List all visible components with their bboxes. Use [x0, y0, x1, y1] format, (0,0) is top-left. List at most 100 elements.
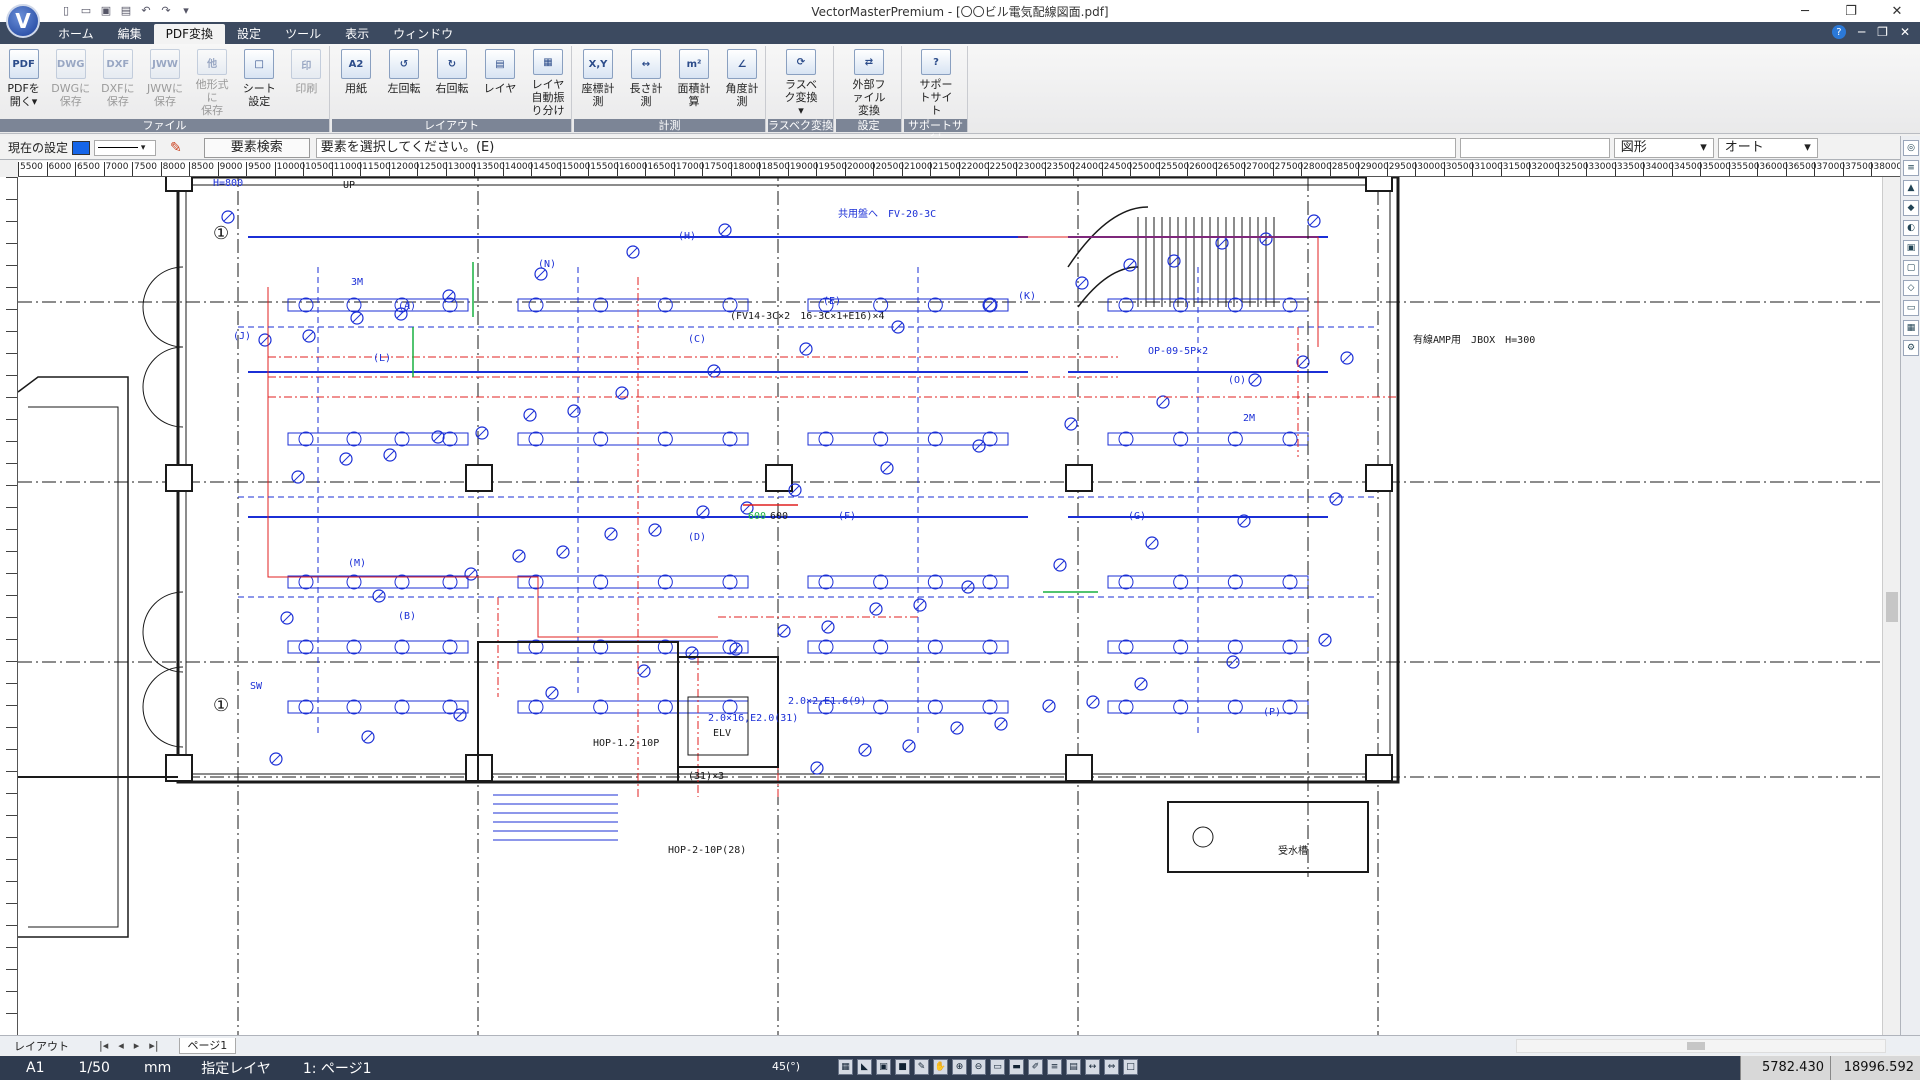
- customize-qat-icon[interactable]: ▾: [178, 2, 194, 18]
- bar-icon[interactable]: ▬: [1009, 1059, 1024, 1075]
- ribbon-button-file-6[interactable]: 印印刷: [286, 49, 326, 117]
- redo-icon[interactable]: ↷: [158, 2, 174, 18]
- snap-mode-select[interactable]: オート ▾: [1717, 137, 1818, 158]
- ribbon-button-file-2[interactable]: DXF DXFに 保存: [98, 49, 138, 117]
- ribbon-button-file-4[interactable]: 他他形式に 保存: [192, 49, 232, 117]
- tab-home[interactable]: ホーム: [46, 24, 106, 44]
- floor-plan-drawing[interactable]: H=800 UP ① ① 共用盤へ FV-20-3C (FV14-3C×2 16-3C×1…: [18, 177, 1882, 1035]
- grid-icon[interactable]: ▦: [1903, 320, 1919, 336]
- horizontal-scrollbar[interactable]: [1516, 1039, 1886, 1053]
- fixture-lamp: [1227, 639, 1243, 655]
- drawing-canvas[interactable]: H=800 UP ① ① 共用盤へ FV-20-3C (FV14-3C×2 16-3C×1…: [18, 177, 1882, 1035]
- app-logo[interactable]: V: [6, 4, 40, 38]
- maximize-button[interactable]: ❐: [1828, 0, 1874, 22]
- layout-sheet-tab[interactable]: レイアウト: [14, 1038, 69, 1054]
- tab-view[interactable]: 表示: [333, 24, 381, 44]
- horizontal-scroll-thumb[interactable]: [1687, 1042, 1705, 1050]
- minimize-button[interactable]: ─: [1782, 0, 1828, 22]
- ribbon-button-file-3[interactable]: JWW JWWに 保存: [145, 49, 185, 117]
- help-icon[interactable]: ?: [1831, 25, 1846, 39]
- note-icon[interactable]: ▢: [1903, 260, 1919, 276]
- doc-minimize-button[interactable]: ─: [1858, 25, 1865, 39]
- ribbon-button-layout-2[interactable]: ↻ 右回転: [432, 49, 472, 117]
- ribbon-button-file-0[interactable]: PDF PDFを 開く▾: [4, 49, 44, 117]
- open-folder-icon[interactable]: ▭: [78, 2, 94, 18]
- print-icon[interactable]: ▤: [118, 2, 134, 18]
- undo-icon[interactable]: ↶: [138, 2, 154, 18]
- edit-icon[interactable]: ✐: [1028, 1059, 1043, 1075]
- pen-icon[interactable]: ✎: [914, 1059, 929, 1075]
- snap-angle[interactable]: 45(°): [772, 1060, 800, 1073]
- fill-icon[interactable]: ■: [895, 1059, 910, 1075]
- fixture-lamp: [927, 431, 943, 447]
- tab-pdf-convert[interactable]: PDF変換: [153, 24, 226, 44]
- fit-width-icon[interactable]: ↔: [1085, 1059, 1100, 1075]
- command-input[interactable]: [1459, 137, 1610, 158]
- zoom-out-icon[interactable]: ⊖: [971, 1059, 986, 1075]
- table-icon[interactable]: ▤: [1066, 1059, 1081, 1075]
- ribbon-icon: DXF: [102, 49, 133, 79]
- ribbon-button-layout-1[interactable]: ↺ 左回転: [384, 49, 424, 117]
- ribbon-button-layout-0[interactable]: A2 用紙: [336, 49, 376, 117]
- frame-icon[interactable]: ▭: [990, 1059, 1005, 1075]
- grid-icon[interactable]: ▦: [838, 1059, 853, 1075]
- page-tab[interactable]: ページ1: [178, 1037, 237, 1054]
- ribbon-button-measure-3[interactable]: ∠ 角度計測: [722, 49, 762, 117]
- list-icon[interactable]: ≡: [1047, 1059, 1062, 1075]
- color-swatch[interactable]: [72, 140, 91, 155]
- zoom-in-icon[interactable]: ⊕: [952, 1059, 967, 1075]
- ribbon-icon: JWW: [150, 49, 180, 79]
- save-icon[interactable]: ▣: [98, 2, 114, 18]
- last-sheet-button[interactable]: ▸|: [149, 1039, 158, 1052]
- ribbon-button-raster-vector-0[interactable]: ⟳ ラスベク変換 ▾: [781, 49, 821, 117]
- ruler-tick: [6, 969, 17, 970]
- fit-icon[interactable]: ⇔: [1104, 1059, 1119, 1075]
- layer-mode[interactable]: 指定レイヤ: [191, 1058, 281, 1078]
- pan-icon[interactable]: ✋: [933, 1059, 948, 1075]
- line-style-select[interactable]: ▾: [94, 139, 157, 156]
- ribbon-button-measure-0[interactable]: X,Y 座標計測: [578, 49, 618, 117]
- vertical-scrollbar[interactable]: [1882, 177, 1900, 1035]
- next-sheet-button[interactable]: ▸: [134, 1039, 140, 1052]
- window-icon[interactable]: □: [1123, 1059, 1138, 1075]
- doc-restore-button[interactable]: ❐: [1877, 25, 1888, 39]
- ribbon-button-settings-0[interactable]: ⇄ 外部ファイル 変換: [849, 49, 889, 117]
- ribbon-button-support-0[interactable]: ? サポートサイト: [916, 49, 956, 117]
- symbol-icon[interactable]: ◇: [1903, 280, 1919, 296]
- column: [1365, 177, 1393, 192]
- ruler-tick-label: 26000: [1187, 162, 1218, 176]
- image-icon[interactable]: ▣: [1903, 240, 1919, 256]
- settings-icon[interactable]: ⚙: [1903, 340, 1919, 356]
- vertical-scroll-thumb[interactable]: [1886, 592, 1898, 622]
- current-layer[interactable]: 1: ページ1: [293, 1058, 382, 1078]
- tab-window[interactable]: ウィンドウ: [381, 24, 465, 44]
- new-file-icon[interactable]: ▯: [58, 2, 74, 18]
- properties-icon[interactable]: ≡: [1903, 160, 1919, 176]
- ribbon-button-measure-2[interactable]: m² 面積計算: [674, 49, 714, 117]
- select-box-icon[interactable]: ▣: [876, 1059, 891, 1075]
- ribbon-button-layout-4[interactable]: ▦ レイヤ 自動振り分け: [528, 49, 568, 117]
- layer-panel-icon[interactable]: ◎: [1903, 140, 1919, 156]
- ribbon-button-measure-1[interactable]: ↔ 長さ計測: [626, 49, 666, 117]
- ribbon-button-file-5[interactable]: □ シート設定: [239, 49, 279, 117]
- shape-select[interactable]: 図形 ▾: [1613, 137, 1714, 158]
- structure-icon[interactable]: ▲: [1903, 180, 1919, 196]
- tab-tools[interactable]: ツール: [273, 24, 333, 44]
- first-sheet-button[interactable]: |◂: [99, 1039, 108, 1052]
- close-button[interactable]: ✕: [1874, 0, 1920, 22]
- drawing-scale[interactable]: 1/50: [68, 1060, 119, 1076]
- command-prompt[interactable]: 要素を選択してください。(E): [315, 137, 1456, 158]
- tab-edit[interactable]: 編集: [106, 24, 154, 44]
- snap-icon[interactable]: ◣: [857, 1059, 872, 1075]
- doc-close-button[interactable]: ✕: [1900, 25, 1910, 39]
- ribbon-button-file-1[interactable]: DWG DWGに 保存: [51, 49, 91, 117]
- pen-icon[interactable]: ✎: [170, 140, 182, 156]
- downlight-mark: [352, 313, 362, 323]
- element-search-button[interactable]: 要素検索: [203, 137, 310, 158]
- tab-settings[interactable]: 設定: [225, 24, 273, 44]
- ribbon-button-layout-3[interactable]: ▤ レイヤ: [480, 49, 520, 117]
- monitor-icon[interactable]: ▭: [1903, 300, 1919, 316]
- prev-sheet-button[interactable]: ◂: [118, 1039, 124, 1052]
- select-icon[interactable]: ◐: [1903, 220, 1919, 236]
- tree-icon[interactable]: ◆: [1903, 200, 1919, 216]
